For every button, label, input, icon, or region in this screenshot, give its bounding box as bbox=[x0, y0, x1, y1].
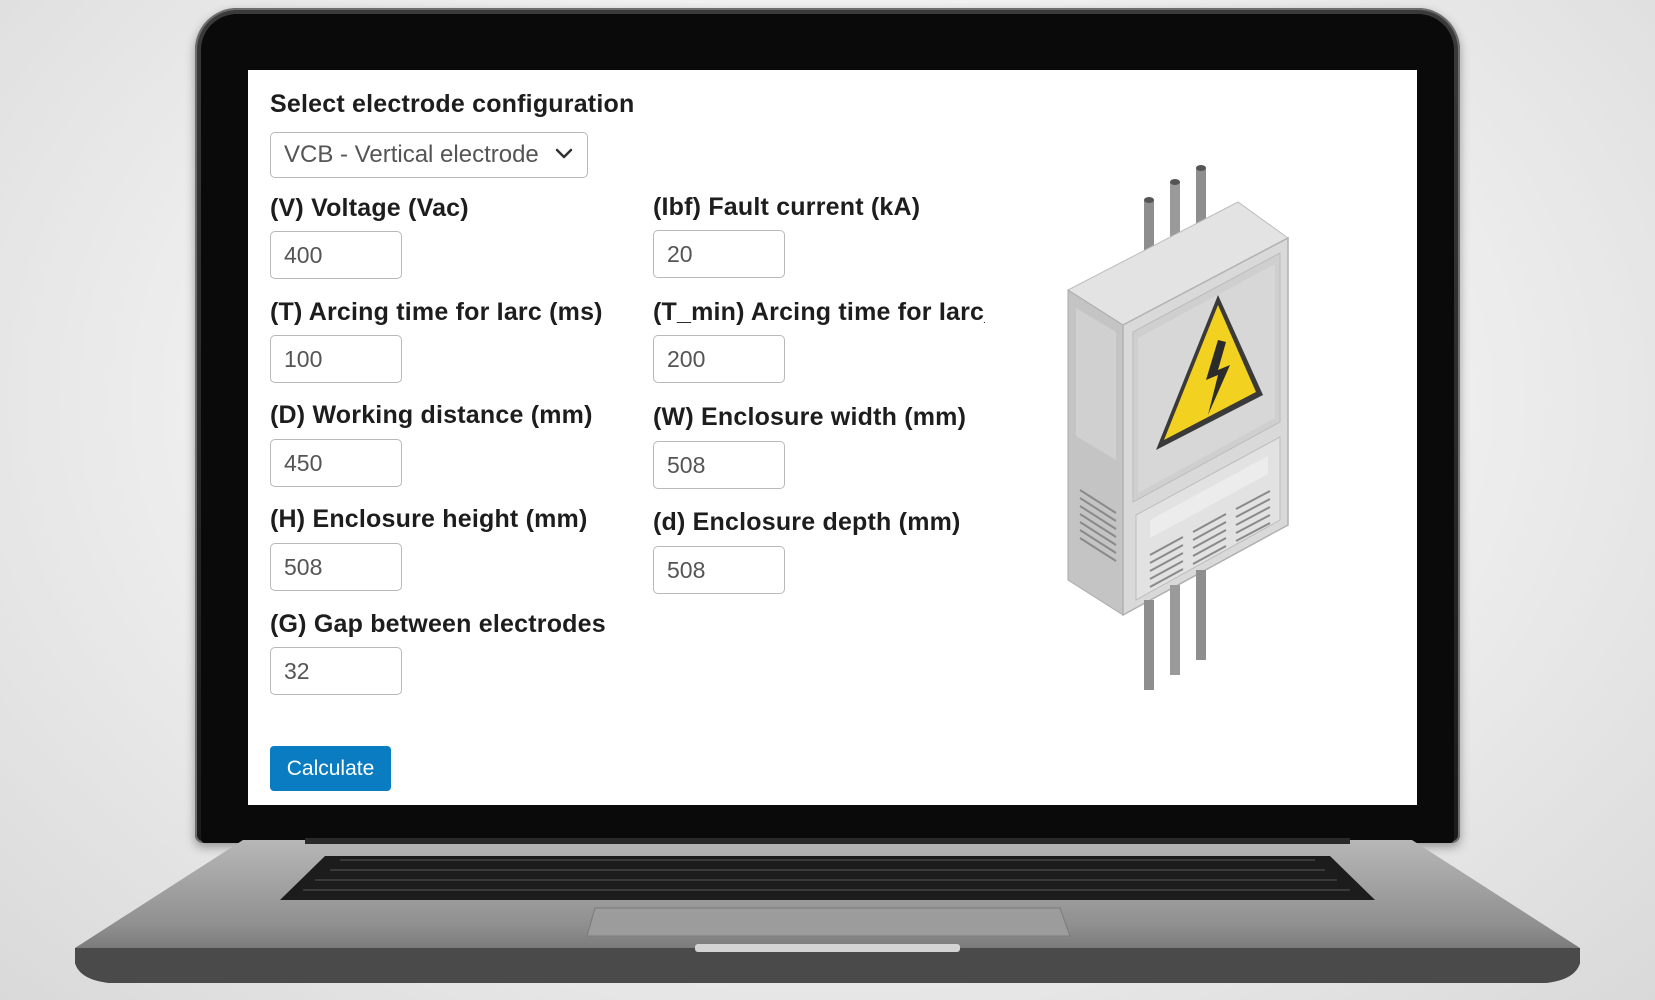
arcing-time-label: (T) Arcing time for Iarc (ms) bbox=[270, 298, 603, 326]
arcing-time-input[interactable]: 100 bbox=[270, 335, 402, 383]
enclosure-height-input[interactable]: 508 bbox=[270, 543, 402, 591]
fault-current-label: (Ibf) Fault current (kA) bbox=[653, 193, 921, 221]
enclosure-height-label: (H) Enclosure height (mm) bbox=[270, 505, 588, 533]
voltage-input[interactable]: 400 bbox=[270, 231, 402, 279]
laptop-base bbox=[75, 838, 1580, 988]
select-value: VCB - Vertical electrode bbox=[284, 141, 539, 168]
chevron-down-icon bbox=[555, 148, 573, 159]
electrical-cabinet-icon bbox=[1066, 165, 1289, 690]
fault-current-input[interactable]: 20 bbox=[653, 230, 785, 278]
voltage-label: (V) Voltage (Vac) bbox=[270, 194, 469, 222]
enclosure-depth-input[interactable]: 508 bbox=[653, 546, 785, 594]
enclosure-width-label: (W) Enclosure width (mm) bbox=[653, 403, 967, 431]
working-distance-label: (D) Working distance (mm) bbox=[270, 401, 593, 429]
gap-label: (G) Gap between electrodes bbox=[270, 610, 606, 638]
electrode-config-select[interactable]: VCB - Vertical electrode bbox=[270, 132, 588, 178]
arcing-time-min-label: (T_min) Arcing time for Iarc_min (ms) bbox=[653, 298, 985, 326]
gap-input[interactable]: 32 bbox=[270, 647, 402, 695]
app-screen: Select electrode configuration VCB - Ver… bbox=[248, 70, 1417, 805]
arcing-time-min-input[interactable]: 200 bbox=[653, 335, 785, 383]
working-distance-input[interactable]: 450 bbox=[270, 439, 402, 487]
enclosure-depth-label: (d) Enclosure depth (mm) bbox=[653, 508, 961, 536]
enclosure-width-input[interactable]: 508 bbox=[653, 441, 785, 489]
calculate-button[interactable]: Calculate bbox=[270, 746, 391, 791]
config-label: Select electrode configuration bbox=[270, 90, 635, 118]
